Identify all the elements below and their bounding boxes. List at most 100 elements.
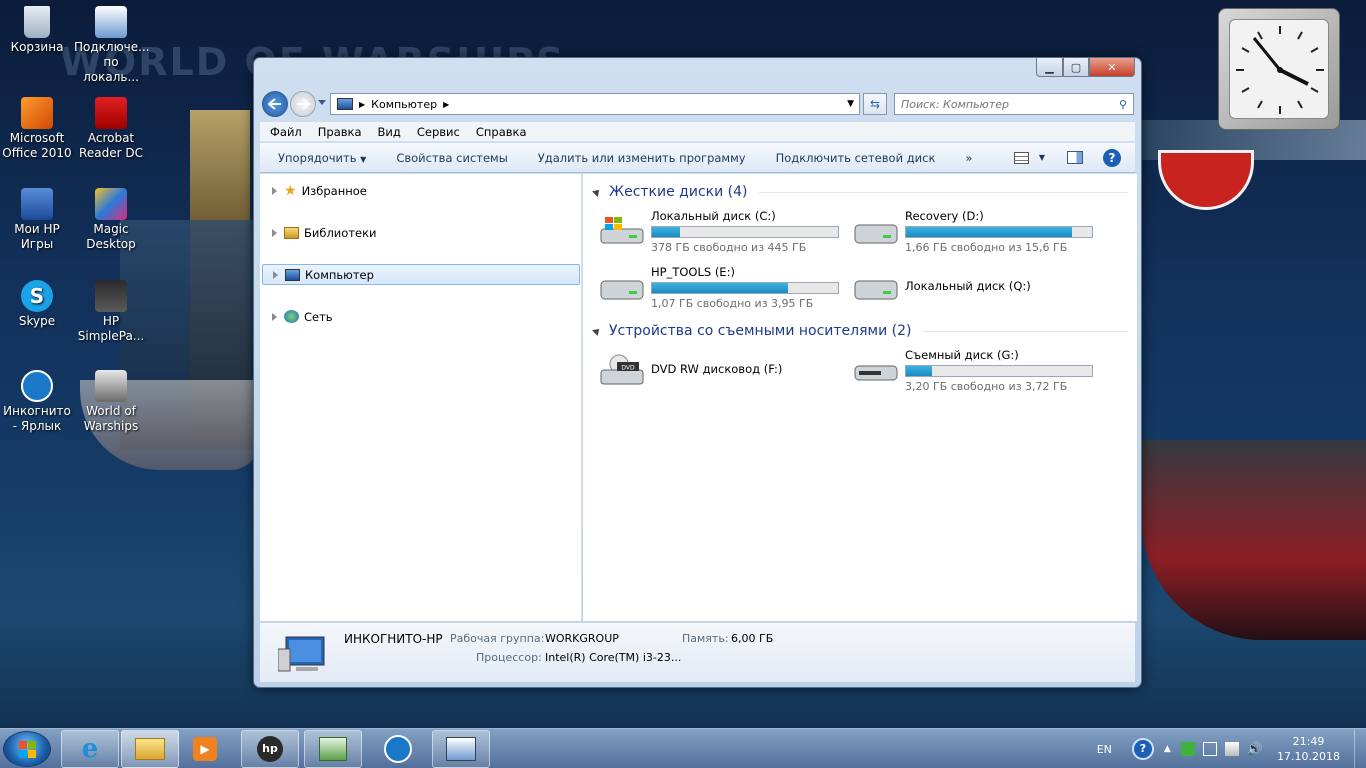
desktop-icon-hp-simplepass[interactable]: HP SimplePa... — [74, 280, 148, 344]
forward-button[interactable] — [290, 91, 316, 117]
library-icon — [284, 226, 299, 239]
desktop-icon-skype[interactable]: S Skype — [0, 280, 74, 329]
system-properties-button[interactable]: Свойства системы — [396, 151, 507, 165]
incognito-icon — [21, 370, 53, 402]
network-icon — [284, 310, 299, 323]
expand-icon[interactable] — [272, 228, 277, 237]
taskbar-hp-support[interactable] — [304, 730, 362, 768]
expand-icon[interactable] — [272, 186, 277, 195]
desktop-icon-incognito[interactable]: Инкогнито - Ярлык — [0, 370, 74, 434]
menu-tools[interactable]: Сервис — [417, 125, 460, 139]
system-tray: EN ? ▲ 🔊 21:49 17.10.2018 — [1097, 729, 1366, 768]
address-bar[interactable]: ▶ Компьютер ▶ ▼ — [330, 93, 860, 115]
nav-item-favorites[interactable]: ★ Избранное — [262, 180, 580, 201]
recent-pages-dropdown[interactable] — [318, 100, 326, 105]
search-icon: ⚲ — [1118, 97, 1127, 111]
media-player-icon: ▶ — [193, 737, 217, 761]
view-options-button[interactable]: ▼ — [1013, 151, 1045, 164]
drive-item[interactable]: Recovery (D:) 1,66 ГБ свободно из 15,6 Г… — [853, 207, 1103, 254]
wallpaper-wheel — [1158, 150, 1254, 210]
help-tray-icon[interactable]: ? — [1131, 738, 1154, 760]
tray-time: 21:49 — [1292, 735, 1325, 748]
memory-label: Память: — [682, 632, 729, 645]
breadcrumb-chevron-icon[interactable]: ▶ — [443, 100, 449, 109]
drive-item[interactable]: DVD DVD RW дисковод (F:) — [599, 346, 849, 392]
desktop-icon-recycle-bin[interactable]: Корзина — [0, 6, 74, 55]
collapse-icon — [592, 187, 602, 197]
expand-icon[interactable] — [273, 270, 278, 279]
group-header-hard-drives[interactable]: Жесткие диски (4) — [592, 184, 1128, 200]
uninstall-program-button[interactable]: Удалить или изменить программу — [538, 151, 746, 165]
chevron-down-icon: ▼ — [1038, 153, 1045, 162]
computer-icon — [337, 98, 353, 110]
hp-games-icon — [21, 188, 53, 220]
show-desktop-button[interactable] — [1354, 729, 1366, 768]
breadcrumb-computer[interactable]: Компьютер — [371, 98, 437, 111]
nav-item-libraries[interactable]: Библиотеки — [262, 222, 580, 243]
back-arrow-icon — [268, 98, 281, 110]
taskbar-media-player[interactable]: ▶ — [181, 730, 229, 768]
clock-gadget[interactable] — [1218, 8, 1340, 130]
clock-face — [1229, 19, 1329, 119]
address-dropdown-icon[interactable]: ▼ — [847, 99, 854, 109]
menu-edit[interactable]: Правка — [318, 125, 362, 139]
recycle-bin-icon — [24, 6, 50, 38]
taskbar-incognito[interactable] — [370, 730, 426, 768]
network-tray-icon[interactable] — [1202, 742, 1217, 756]
taskbar-hp-app[interactable]: hp — [241, 730, 299, 768]
desktop-icon-acrobat[interactable]: Acrobat Reader DC — [74, 97, 148, 161]
action-center-icon[interactable] — [1180, 742, 1195, 756]
taskbar-explorer[interactable] — [121, 730, 179, 768]
start-button[interactable] — [3, 731, 51, 767]
clock-tray[interactable]: 21:49 17.10.2018 — [1277, 734, 1340, 764]
nav-item-computer[interactable]: Компьютер — [262, 264, 580, 285]
drive-usage-bar — [651, 226, 839, 238]
volume-tray-icon[interactable]: 🔊 — [1247, 742, 1263, 757]
desktop-icon-magic-desktop[interactable]: Magic Desktop — [74, 188, 148, 252]
view-icon — [1013, 151, 1029, 164]
map-network-drive-button[interactable]: Подключить сетевой диск — [776, 151, 936, 165]
power-tray-icon[interactable] — [1224, 742, 1239, 756]
show-hidden-icons-icon[interactable]: ▲ — [1164, 744, 1171, 754]
close-button[interactable]: ✕ — [1089, 58, 1135, 77]
computer-icon — [285, 268, 300, 281]
memory-value: 6,00 ГБ — [731, 632, 774, 645]
language-indicator[interactable]: EN — [1097, 743, 1112, 756]
more-commands-button[interactable]: » — [965, 151, 972, 165]
desktop-icon-remote-connection[interactable]: Подключе... по локаль... — [74, 6, 150, 85]
minimize-button[interactable]: ▁ — [1036, 58, 1063, 77]
drive-item[interactable]: Локальный диск (Q:) — [853, 263, 1103, 309]
desktop-icon-hp-games[interactable]: Мои HP Игры — [0, 188, 74, 252]
taskbar-remote-desktop[interactable] — [432, 730, 490, 768]
taskbar-internet-explorer[interactable]: e — [61, 730, 119, 768]
menu-view[interactable]: Вид — [378, 125, 401, 139]
desktop-icon-world-of-warships[interactable]: World of Warships — [74, 370, 148, 434]
close-icon: ✕ — [1107, 60, 1117, 74]
explorer-window[interactable]: ▁ ▢ ✕ ▶ Компьютер ▶ ▼ ⇆ ⚲ Файл Правка Ви… — [253, 57, 1142, 688]
skype-icon: S — [21, 280, 53, 312]
drive-item[interactable]: Локальный диск (C:) 378 ГБ свободно из 4… — [599, 207, 849, 254]
menu-file[interactable]: Файл — [270, 125, 302, 139]
drive-item[interactable]: Съемный диск (G:) 3,20 ГБ свободно из 3,… — [853, 346, 1103, 393]
organize-button[interactable]: Упорядочить ▼ — [278, 151, 366, 165]
preview-pane-button[interactable] — [1067, 151, 1083, 164]
cpu-value: Intel(R) Core(TM) i3-23... — [545, 651, 682, 664]
content-pane: Жесткие диски (4) Локальный диск (C:) 37… — [583, 174, 1137, 621]
back-button[interactable] — [262, 91, 288, 117]
group-header-removable[interactable]: Устройства со съемными носителями (2) — [592, 323, 1128, 339]
workgroup-label: Рабочая группа: — [450, 632, 545, 645]
search-box[interactable]: ⚲ — [894, 93, 1134, 115]
help-button[interactable]: ? — [1103, 148, 1121, 167]
cpu-label: Процессор: — [476, 651, 542, 664]
drive-usage-fill — [652, 227, 680, 237]
menu-help[interactable]: Справка — [476, 125, 527, 139]
search-input[interactable] — [901, 97, 1119, 111]
drive-usage-bar — [905, 365, 1093, 377]
removable-drive-icon — [853, 354, 899, 386]
drive-item[interactable]: HP_TOOLS (E:) 1,07 ГБ свободно из 3,95 Г… — [599, 263, 849, 310]
refresh-button[interactable]: ⇆ — [863, 93, 887, 115]
expand-icon[interactable] — [272, 312, 277, 321]
desktop-icon-office[interactable]: Microsoft Office 2010 — [0, 97, 74, 161]
nav-item-network[interactable]: Сеть — [262, 306, 580, 327]
maximize-button[interactable]: ▢ — [1063, 58, 1089, 77]
